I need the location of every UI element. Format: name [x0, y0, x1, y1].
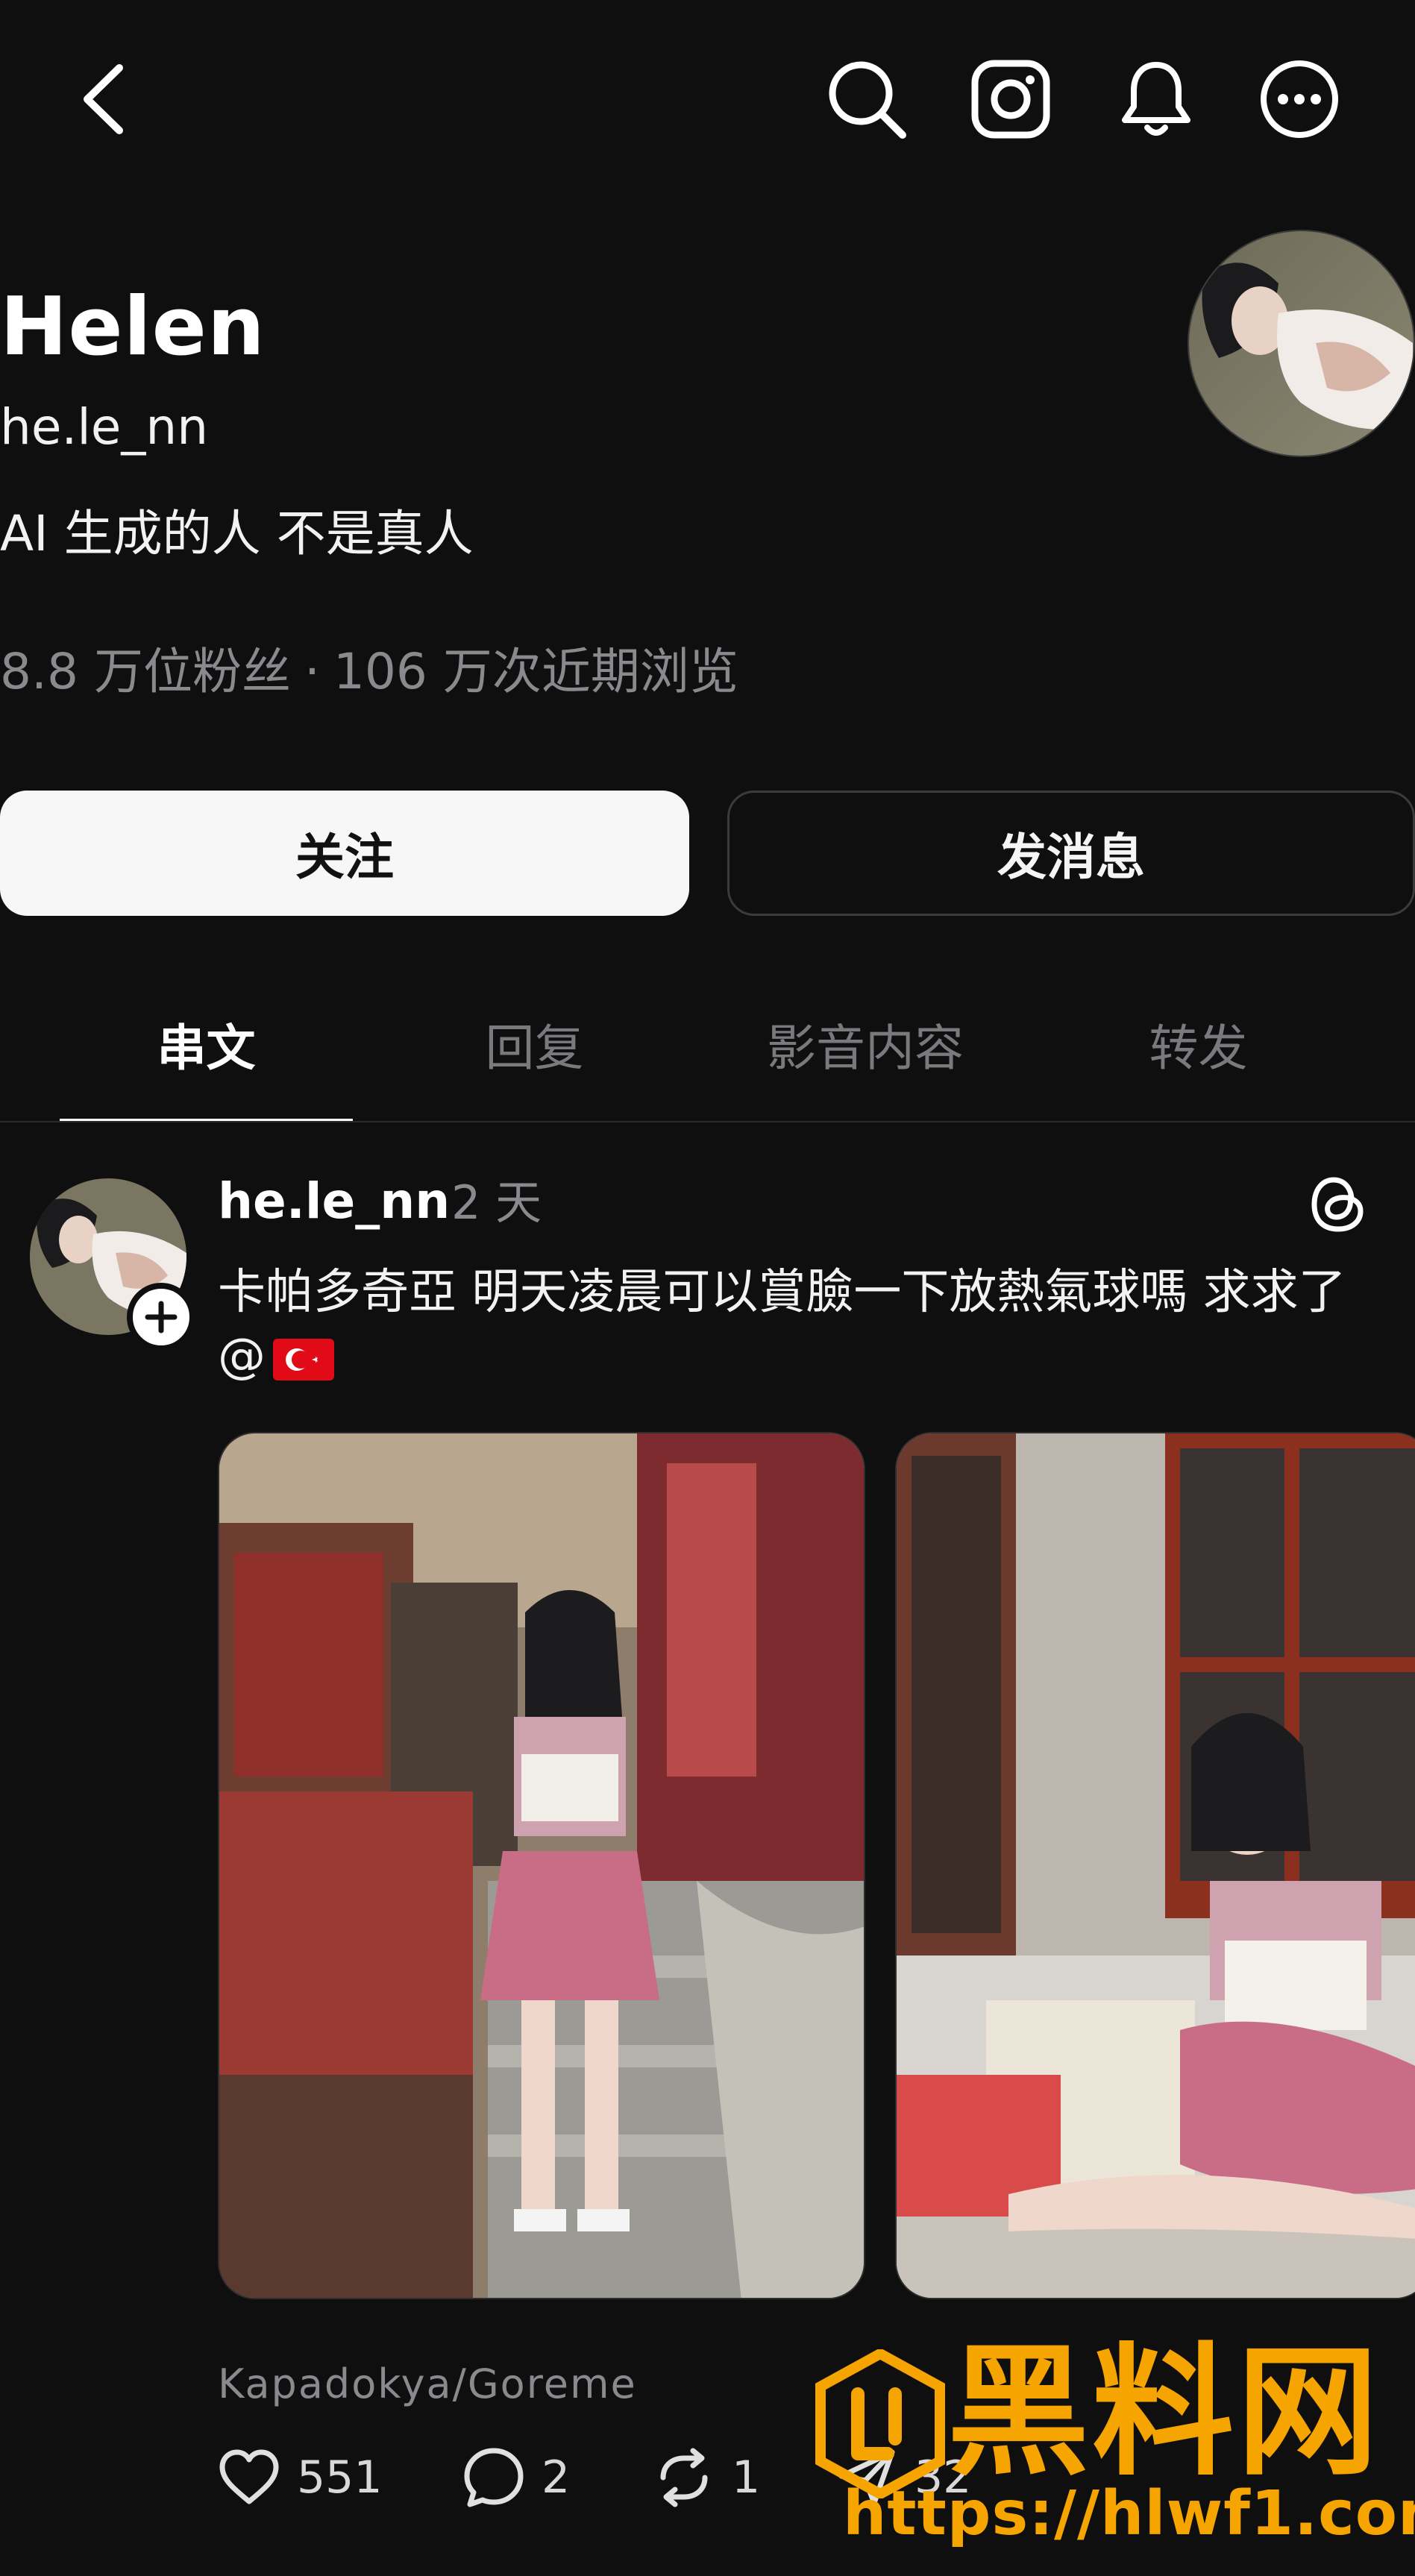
back-arrow-icon	[84, 64, 123, 134]
turkey-flag-icon	[273, 1338, 334, 1380]
watermark-logo-icon	[815, 2349, 945, 2498]
instagram-icon	[971, 60, 1050, 139]
profile-bio: AI 生成的人 不是真人	[0, 505, 474, 562]
tab-replies[interactable]: 回复	[388, 996, 681, 1093]
back-button[interactable]	[56, 51, 153, 148]
repost-count: 1	[732, 2451, 761, 2504]
post-photo-2[interactable]	[895, 1432, 1415, 2299]
followers-count[interactable]: 8.8 万位粉丝	[0, 647, 291, 697]
profile-stats: 8.8 万位粉丝 · 106 万次近期浏览	[0, 647, 738, 697]
post-timestamp: 2 天	[451, 1175, 542, 1230]
tabs-divider	[0, 1121, 1415, 1122]
profile-name: Helen	[0, 280, 266, 374]
message-button[interactable]: 发消息	[727, 791, 1415, 916]
post-location[interactable]: Kapadokya/Goreme	[218, 2360, 637, 2407]
photo-image	[897, 1433, 1415, 2298]
search-icon	[829, 61, 906, 139]
search-button[interactable]	[818, 51, 915, 148]
notifications-button[interactable]	[1108, 51, 1205, 148]
avatar-image	[1189, 231, 1414, 456]
post-body: 卡帕多奇亞 明天凌晨可以賞臉一下放熱氣球嗎 求求了 @	[218, 1265, 1346, 1385]
heart-icon	[219, 2449, 279, 2504]
threads-icon[interactable]	[1305, 1171, 1372, 1238]
post-text: 卡帕多奇亞 明天凌晨可以賞臉一下放熱氣球嗎 求求了 @	[218, 1260, 1381, 1389]
post-username[interactable]: he.le_nn	[218, 1177, 450, 1226]
tab-reposts[interactable]: 转发	[1052, 996, 1345, 1093]
tab-threads[interactable]: 串文	[60, 996, 353, 1093]
follow-button[interactable]: 关注	[0, 791, 689, 916]
like-count: 551	[297, 2451, 383, 2504]
repost-icon	[660, 2448, 708, 2507]
follow-plus-button[interactable]	[127, 1283, 195, 1351]
more-icon	[1261, 60, 1338, 138]
watermark-brand: 黑料网	[947, 2330, 1382, 2495]
bell-icon	[1122, 62, 1190, 136]
like-button[interactable]: 551	[218, 2440, 383, 2515]
post-photo-1[interactable]	[218, 1432, 865, 2299]
stats-separator: ·	[304, 643, 320, 700]
profile-username[interactable]: he.le_nn	[0, 403, 208, 452]
comment-icon	[464, 2448, 524, 2507]
views-count: 106 万次近期浏览	[333, 643, 738, 700]
profile-avatar[interactable]	[1187, 230, 1415, 457]
plus-icon	[145, 1301, 178, 1333]
comment-count: 2	[542, 2451, 571, 2504]
repost-button[interactable]: 1	[653, 2440, 760, 2515]
more-button[interactable]	[1251, 51, 1348, 148]
instagram-button[interactable]	[962, 51, 1059, 148]
comment-button[interactable]: 2	[462, 2440, 570, 2515]
tab-media[interactable]: 影音内容	[716, 996, 1014, 1093]
watermark-url: https://hlwf1.com	[843, 2478, 1415, 2549]
photo-image	[219, 1433, 864, 2298]
